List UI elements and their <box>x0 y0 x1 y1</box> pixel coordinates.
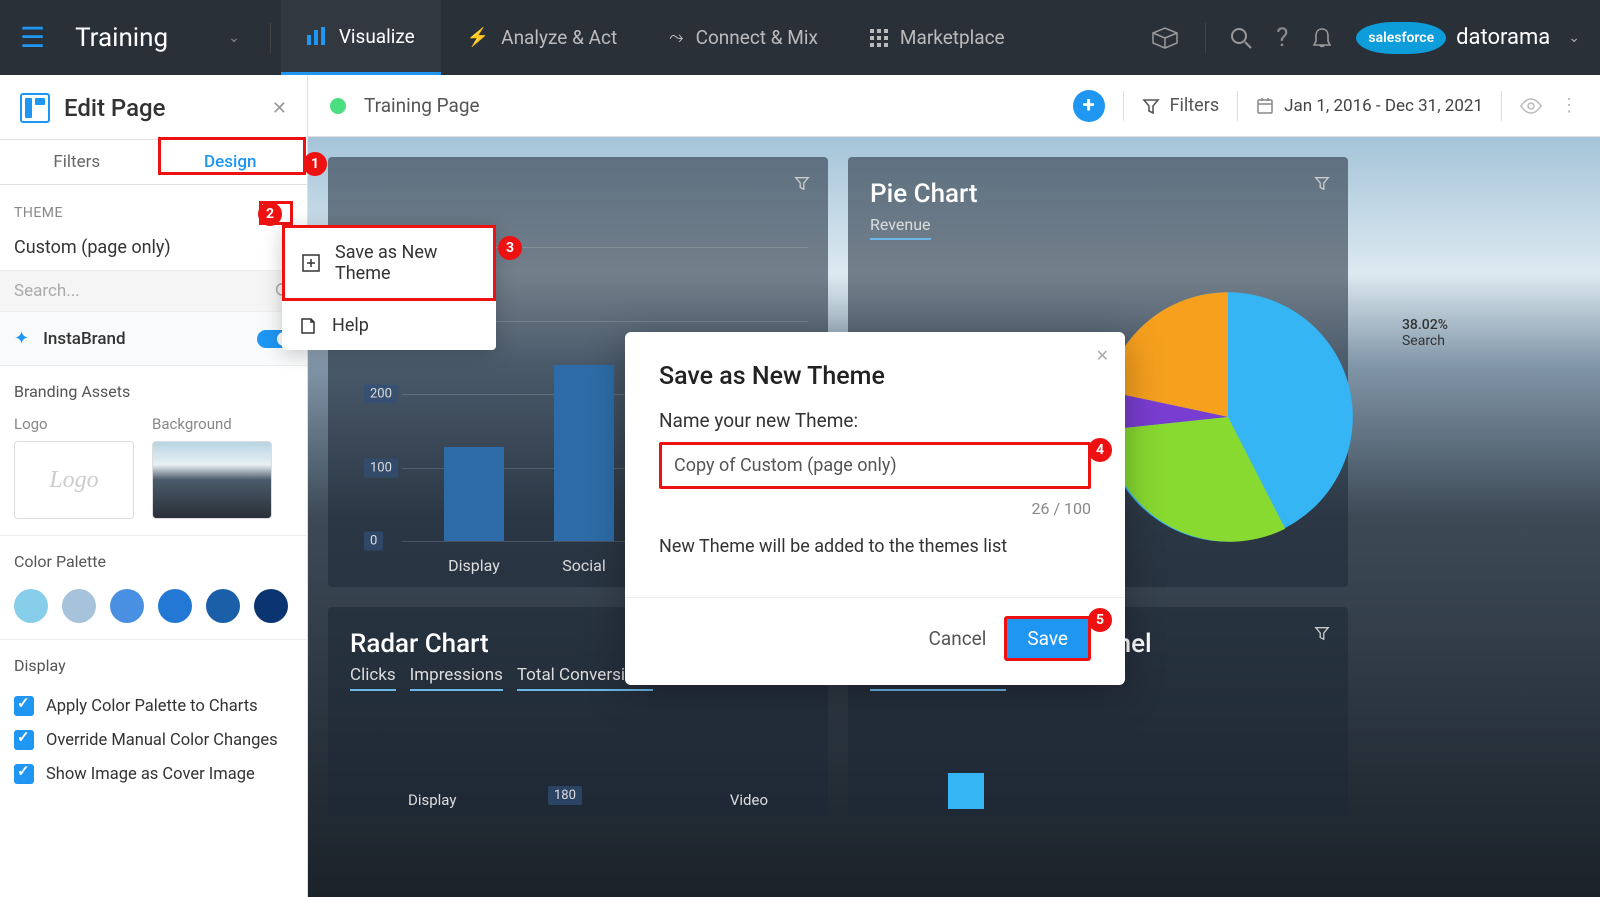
nav-connect[interactable]: ⤳ Connect & Mix <box>643 0 844 75</box>
check-override-colors[interactable]: Override Manual Color Changes <box>14 723 293 757</box>
save-theme-modal: ✕ Save as New Theme Name your new Theme:… <box>625 332 1125 685</box>
color-swatch[interactable] <box>254 589 288 623</box>
add-widget-button[interactable]: + <box>1073 90 1105 122</box>
filter-icon[interactable] <box>1314 625 1330 641</box>
page-title: Training Page <box>364 94 1055 117</box>
step-badge-2: 2 <box>258 202 282 226</box>
theme-dropdown-menu: Save as New Theme Help <box>282 225 496 350</box>
nav-marketplace[interactable]: Marketplace <box>844 0 1031 75</box>
page-more-icon[interactable]: ⋮ <box>1560 95 1578 116</box>
sidebar-title: Edit Page <box>64 94 258 122</box>
widget-title: Pie Chart <box>870 179 1326 209</box>
logo-asset-box[interactable]: Logo <box>14 441 134 519</box>
bell-icon[interactable] <box>1312 27 1332 49</box>
check-apply-palette[interactable]: Apply Color Palette to Charts <box>14 689 293 723</box>
date-range-picker[interactable]: Jan 1, 2016 - Dec 31, 2021 <box>1256 96 1483 116</box>
grid-icon <box>870 29 888 47</box>
palette-section-title: Color Palette <box>14 552 293 571</box>
cube-icon[interactable] <box>1149 25 1181 51</box>
char-counter: 26 / 100 <box>659 499 1091 518</box>
asset-logo-label: Logo <box>14 415 134 433</box>
modal-note: New Theme will be added to the themes li… <box>659 536 1091 557</box>
color-swatch[interactable] <box>14 589 48 623</box>
tab-filters[interactable]: Filters <box>0 140 154 184</box>
filter-icon[interactable] <box>794 175 810 191</box>
brand-name: datorama <box>1456 25 1550 50</box>
color-swatch[interactable] <box>206 589 240 623</box>
filters-button[interactable]: Filters <box>1142 95 1220 116</box>
step-badge-5: 5 <box>1088 608 1112 632</box>
save-button[interactable]: Save <box>1004 616 1091 661</box>
chevron-down-icon[interactable]: ⌄ <box>228 30 240 46</box>
help-item[interactable]: Help <box>282 301 496 350</box>
widget-tab[interactable]: Clicks <box>350 665 396 691</box>
page-status-icon <box>330 98 346 114</box>
filter-icon[interactable] <box>1314 175 1330 191</box>
preview-icon[interactable] <box>1520 98 1542 114</box>
close-icon[interactable]: ✕ <box>1096 346 1109 365</box>
palette-swatches <box>14 589 293 623</box>
instabrand-label: InstaBrand <box>43 329 243 349</box>
nav-label: Marketplace <box>900 26 1005 49</box>
color-swatch[interactable] <box>62 589 96 623</box>
link-icon: ⤳ <box>669 27 683 48</box>
layout-icon <box>20 93 50 123</box>
current-theme-name: Custom (page only) <box>0 233 307 270</box>
step-badge-3: 3 <box>498 236 522 260</box>
chevron-down-icon[interactable]: ⌄ <box>1568 30 1580 46</box>
nav-visualize[interactable]: Visualize <box>281 0 441 75</box>
step-badge-4: 4 <box>1088 438 1112 462</box>
search-icon[interactable] <box>1230 27 1252 49</box>
check-cover-image[interactable]: Show Image as Cover Image <box>14 757 293 791</box>
bar-display <box>444 447 504 541</box>
background-asset-box[interactable] <box>152 441 272 519</box>
nav-label: Connect & Mix <box>696 26 818 49</box>
modal-title: Save as New Theme <box>659 362 1091 391</box>
modal-field-label: Name your new Theme: <box>659 409 1091 432</box>
nav-label: Analyze & Act <box>501 26 617 49</box>
help-icon[interactable]: ? <box>1276 23 1288 53</box>
asset-bg-label: Background <box>152 415 272 433</box>
pie-legend: 38.02% Search <box>1402 317 1448 349</box>
bar-social <box>554 365 614 541</box>
hamburger-icon[interactable]: ☰ <box>20 21 45 54</box>
theme-name-input[interactable] <box>659 442 1091 489</box>
widget-tab[interactable]: Impressions <box>410 665 503 691</box>
pie-chart <box>1098 287 1358 547</box>
lightning-icon: ⚡ <box>467 27 489 48</box>
workspace-title[interactable]: Training <box>75 23 168 53</box>
top-nav-bar: ☰ Training ⌄ Visualize ⚡ Analyze & Act ⤳… <box>0 0 1600 75</box>
plus-box-icon <box>301 253 321 273</box>
display-section-title: Display <box>14 656 293 675</box>
magic-wand-icon: ✦ <box>14 328 29 349</box>
color-swatch[interactable] <box>110 589 144 623</box>
checkbox-icon[interactable] <box>14 696 34 716</box>
branding-section-title: Branding Assets <box>14 382 293 401</box>
theme-section-label: THEME <box>14 205 63 221</box>
widget-subtitle: Revenue <box>870 215 931 240</box>
page-header: Training Page + Filters Jan 1, 2016 - De… <box>308 75 1600 137</box>
save-as-new-theme-item[interactable]: Save as New Theme <box>282 225 496 301</box>
cancel-button[interactable]: Cancel <box>929 627 987 650</box>
brand-logo[interactable]: salesforce datorama ⌄ <box>1356 22 1580 54</box>
edit-page-sidebar: Edit Page ✕ Filters Design THEME ⋮ Custo… <box>0 75 308 897</box>
step-badge-1: 1 <box>303 152 327 176</box>
search-input[interactable] <box>14 281 275 301</box>
close-icon[interactable]: ✕ <box>272 98 287 119</box>
bar-stub <box>948 773 984 809</box>
book-icon <box>298 316 318 336</box>
bar-chart-icon <box>307 27 327 45</box>
checkbox-icon[interactable] <box>14 764 34 784</box>
checkbox-icon[interactable] <box>14 730 34 750</box>
salesforce-cloud-icon: salesforce <box>1356 22 1446 54</box>
color-swatch[interactable] <box>158 589 192 623</box>
nav-analyze[interactable]: ⚡ Analyze & Act <box>441 0 643 75</box>
nav-label: Visualize <box>339 25 415 48</box>
